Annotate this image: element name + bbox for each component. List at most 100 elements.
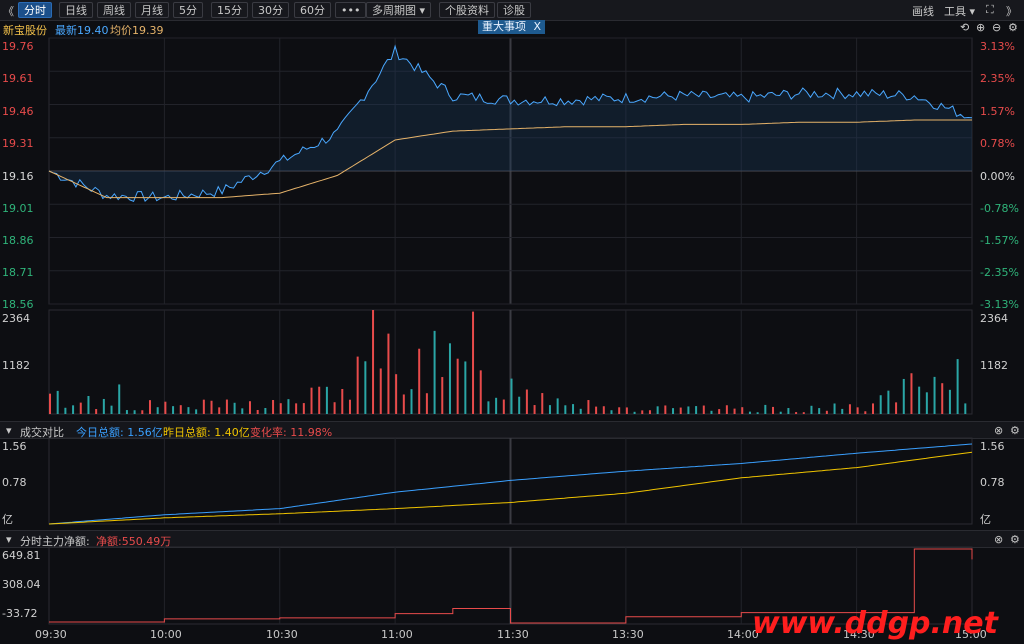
volume-bar (841, 408, 844, 414)
volume-bar (95, 409, 98, 414)
volume-bar (325, 386, 328, 414)
volume-bar (948, 389, 951, 414)
volume-bar (502, 399, 505, 414)
volume-bar (656, 406, 659, 414)
volume-bar (618, 407, 621, 414)
volume-bar (641, 410, 644, 414)
volume-bar (587, 400, 590, 414)
volume-bar (564, 405, 567, 414)
volume-bar (56, 390, 59, 414)
volume-bar (525, 389, 528, 414)
volume-bar (410, 389, 413, 414)
volume-bar (795, 412, 798, 414)
volume-bar (418, 348, 421, 414)
volume-bar (879, 395, 882, 414)
volume-bar (172, 406, 175, 414)
volume-bar (379, 368, 382, 414)
volume-bar (233, 402, 236, 414)
volume-bar (648, 410, 651, 414)
volume-bar (825, 410, 828, 414)
volume-bar (864, 411, 867, 414)
volume-bar (287, 399, 290, 414)
volume-bar (756, 412, 759, 414)
volume-bar (402, 394, 405, 414)
volume-bar (72, 405, 75, 414)
volume-bar (702, 405, 705, 414)
volume-bar (318, 386, 321, 414)
volume-bar (248, 401, 251, 414)
volume-bar (118, 384, 121, 414)
volume-bar (848, 404, 851, 414)
volume-bar (333, 402, 336, 414)
volume-bar (548, 405, 551, 414)
volume-bar (387, 333, 390, 414)
volume-bar (272, 400, 275, 414)
volume-bar (179, 405, 182, 414)
volume-bar (433, 330, 436, 414)
volume-bar (541, 393, 544, 414)
volume-bar (941, 383, 944, 414)
volume-bar (79, 402, 82, 414)
volume-bar (425, 393, 428, 414)
volume-bar (102, 398, 105, 414)
volume-bar (49, 393, 51, 414)
volume-bar (187, 407, 190, 414)
volume-bar (472, 311, 475, 414)
volume-bar (625, 407, 628, 414)
volume-bar (87, 396, 90, 414)
volume-bar (264, 408, 267, 414)
volume-bar (125, 410, 128, 414)
volume-bar (156, 407, 159, 414)
volume-bar (348, 399, 351, 414)
volume-bar (902, 378, 905, 414)
volume-bar (495, 397, 498, 414)
volume-bar (141, 410, 144, 414)
volume-bar (341, 389, 344, 414)
volume-bar (556, 398, 559, 414)
volume-bar (933, 376, 936, 414)
volume-bar (779, 411, 782, 414)
volume-bar (210, 400, 213, 414)
volume-bar (610, 410, 613, 414)
volume-bar (595, 406, 598, 414)
volume-bar (295, 403, 298, 414)
volume-bar (464, 361, 467, 414)
volume-bar (925, 392, 928, 414)
volume-bar (164, 401, 167, 414)
volume-bar (310, 387, 313, 414)
volume-bar (448, 343, 451, 414)
volume-bar (664, 405, 667, 414)
volume-bar (241, 408, 244, 414)
volume-bar (764, 404, 767, 414)
volume-bar (579, 408, 582, 414)
volume-bar (918, 386, 921, 414)
volume-bar (802, 412, 805, 414)
volume-bar (672, 408, 675, 414)
volume-bar (572, 404, 575, 414)
volume-bar (964, 403, 967, 414)
volume-bar (910, 373, 913, 414)
volume-bar (441, 377, 444, 414)
volume-bar (956, 359, 959, 414)
volume-bar (772, 406, 775, 414)
volume-bar (687, 406, 690, 414)
volume-bar (487, 401, 490, 414)
volume-bar (733, 408, 736, 414)
volume-bar (872, 403, 875, 414)
volume-bar (195, 409, 198, 414)
volume-bar (356, 356, 359, 414)
volume-bar (456, 358, 459, 414)
volume-bar (856, 407, 859, 414)
volume-bar (887, 390, 890, 414)
volume-bar (810, 405, 813, 414)
watermark-text: www.ddgp.net (752, 606, 998, 641)
volume-bar (695, 406, 698, 414)
volume-bar (302, 403, 305, 414)
volume-bar (725, 405, 728, 414)
volume-bar (479, 370, 482, 414)
volume-bar (633, 411, 636, 414)
volume-bar (741, 407, 744, 414)
volume-bar (110, 405, 113, 414)
volume-bar (372, 310, 375, 414)
volume-bar (518, 396, 521, 414)
